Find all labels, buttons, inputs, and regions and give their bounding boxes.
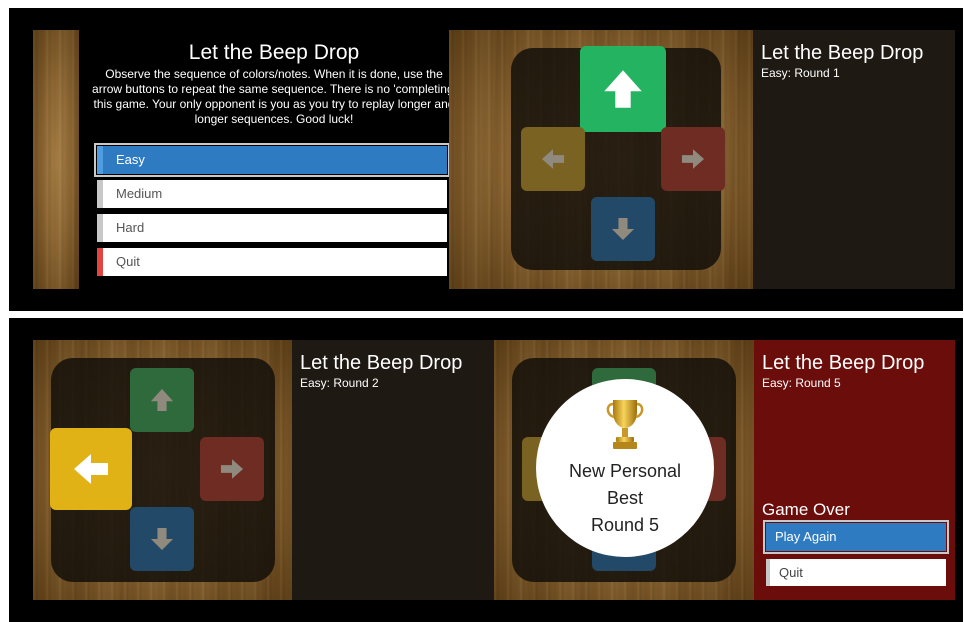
arrow-left-button[interactable] bbox=[521, 127, 585, 191]
arrow-up-button[interactable] bbox=[580, 46, 666, 132]
arrow-left-icon bbox=[74, 454, 108, 484]
bubble-line-1: New Personal bbox=[568, 460, 682, 481]
game-title: Let the Beep Drop bbox=[300, 352, 463, 374]
arrow-down-button[interactable] bbox=[130, 507, 194, 571]
board-round1 bbox=[449, 30, 753, 289]
menu-title: Let the Beep Drop bbox=[188, 41, 360, 64]
arrow-up-button[interactable] bbox=[130, 368, 194, 432]
arrow-down-button[interactable] bbox=[591, 197, 655, 261]
menu-item-label: Easy bbox=[116, 152, 145, 167]
menu-item-quit[interactable]: Quit bbox=[97, 248, 447, 276]
bubble-line-3: Round 5 bbox=[590, 514, 660, 535]
quit-label: Quit bbox=[779, 565, 803, 580]
bottom-stage: Let the Beep Drop Easy: Round 2 New Pers… bbox=[9, 318, 963, 622]
trophy-icon bbox=[606, 399, 644, 449]
arrow-up-icon bbox=[604, 70, 642, 108]
menu-item-medium[interactable]: Medium bbox=[97, 180, 447, 208]
game-over-panel: Let the Beep Drop Easy: Round 5 Game Ove… bbox=[754, 340, 955, 600]
arrow-right-icon bbox=[220, 459, 244, 479]
menu-item-hard[interactable]: Hard bbox=[97, 214, 447, 242]
menu-item-label: Quit bbox=[116, 254, 140, 269]
quit-button[interactable]: Quit bbox=[766, 559, 946, 586]
menu-item-label: Medium bbox=[116, 186, 163, 201]
menu-wood-strip bbox=[33, 30, 79, 289]
game-over-label: Game Over bbox=[762, 500, 850, 519]
arrow-down-icon bbox=[611, 217, 635, 241]
play-again-button[interactable]: Play Again bbox=[763, 520, 949, 554]
info-panel-round2: Let the Beep Drop Easy: Round 2 bbox=[292, 340, 494, 600]
arrow-right-button[interactable] bbox=[661, 127, 725, 191]
menu-item-easy[interactable]: Easy bbox=[94, 143, 450, 177]
personal-best-bubble: New Personal Best Round 5 bbox=[536, 379, 714, 557]
arrow-down-icon bbox=[150, 527, 174, 551]
menu-description: Observe the sequence of colors/notes. Wh… bbox=[92, 67, 456, 126]
arrow-left-icon bbox=[541, 149, 565, 169]
arrow-right-icon bbox=[681, 149, 705, 169]
top-stage: Let the Beep Drop Observe the sequence o… bbox=[9, 8, 963, 311]
arrow-up-icon bbox=[150, 388, 174, 412]
arrow-right-button[interactable] bbox=[200, 437, 264, 501]
game-title: Let the Beep Drop bbox=[762, 352, 925, 374]
bubble-line-2: Best bbox=[606, 487, 644, 508]
board-round2 bbox=[33, 340, 292, 600]
round-status: Easy: Round 2 bbox=[300, 376, 379, 390]
info-panel-round1: Let the Beep Drop Easy: Round 1 bbox=[753, 30, 955, 289]
round-status: Easy: Round 5 bbox=[762, 376, 841, 390]
arrow-left-button[interactable] bbox=[50, 428, 132, 510]
play-again-label: Play Again bbox=[775, 529, 837, 544]
menu-item-label: Hard bbox=[116, 220, 145, 235]
game-title: Let the Beep Drop bbox=[761, 42, 924, 64]
round-status: Easy: Round 1 bbox=[761, 66, 840, 80]
